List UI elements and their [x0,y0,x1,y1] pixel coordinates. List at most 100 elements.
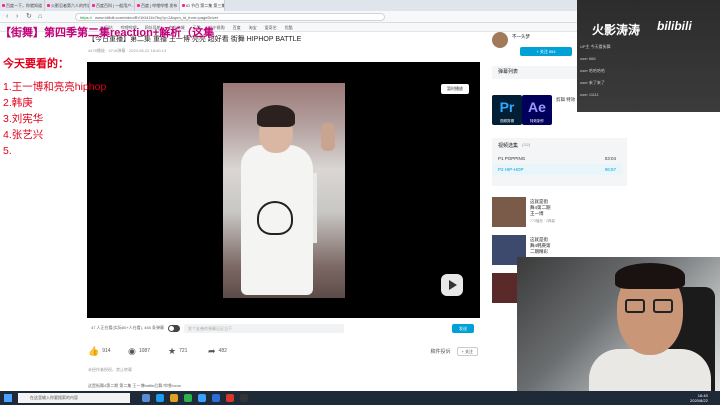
coin-button[interactable]: ◉ 1087 [128,346,168,357]
series-item-label: P1 POPPING [498,156,526,161]
url-input[interactable]: https://www.bilibili.com/video/BV1Kt411b… [75,13,385,21]
home-icon[interactable]: ⌂ [38,13,42,21]
video-frame [223,83,345,298]
chat-line: user 来了来了 [580,80,605,85]
refresh-icon[interactable]: ↻ [26,13,32,21]
favorite-button[interactable]: ★ 721 [168,346,208,357]
video-description: 这是街舞4第二期 第二集 王一博battle后舞 哔哩focus [88,383,181,388]
bilibili-logo: bilibili [657,19,692,33]
danmaku-input[interactable]: 发个友善的弹幕见证当下 [184,323,345,333]
overlay-item: 1.王一博和亮亮hiphop [3,81,107,93]
overlay-list: 今天要看的： 1.王一博和亮亮hiphop 2.韩庚 3.刘宪华 4.张艺兴 5… [3,55,106,159]
series-title: 视频选集 [498,143,519,149]
bookmark-item[interactable]: 淘宝 [249,23,257,31]
like-button[interactable]: 👍 914 [88,346,128,357]
share-button[interactable]: ➦ 482 [208,346,248,357]
app-icon[interactable] [226,394,234,402]
series-header: 视频选集 (2/2) [492,138,627,153]
webcam-overlay: DX [517,257,720,405]
series-panel: 视频选集 (2/2) P1 POPPING 03:04 P2 HIP-HOP 0… [492,138,627,186]
recommended-video[interactable]: 这就是街舞4第二期王一博 773播放 · 2弹幕 [492,197,622,229]
share-icon: ➦ [208,345,216,356]
avatar[interactable] [492,32,508,48]
thumb-up-icon: 👍 [88,345,100,356]
chat-line: user 666 [580,56,596,61]
task-view-icon[interactable] [142,394,150,402]
ad-ae-label: Ae [528,99,546,115]
browser-tab-active[interactable]: ID 节目 第二集 第三集 [180,0,225,11]
bookmark-item[interactable]: 爱奇艺 [265,23,277,31]
browser-tab[interactable]: 火影忍者第六人的传说 B站 [45,0,90,11]
overlay-item: 2.韩庚 [3,97,33,109]
windows-start-icon[interactable] [4,394,12,402]
copyright-note: 未经作者授权，禁止转载 [88,367,132,372]
browser-tab[interactable]: 百度 | 哔哩哔哩 发布 [135,0,180,11]
overlay-item: 4.张艺兴 [3,129,44,141]
bookmark-item[interactable]: 百度 [233,23,241,31]
ad-pr-sub: 视频剪辑 [500,119,514,123]
url-text: www.bilibili.com/video/BV1Kt411b7bq?p=2&… [95,15,219,20]
taskbar-search-input[interactable]: 在这里输入你要搜索的内容 [18,393,130,403]
coin-count: 1087 [138,348,150,354]
ad-pr-label: Pr [499,99,515,115]
streamer-hair [615,263,685,289]
danmaku-toggle[interactable] [168,324,181,332]
url-secure-label: https:// [80,15,93,20]
series-item[interactable]: P1 POPPING 03:04 [492,153,622,164]
ad-aftereffects-icon[interactable]: Ae 特效制作 [522,95,552,125]
forward-icon[interactable]: › [16,13,18,21]
browser-icon[interactable] [212,394,220,402]
ad-ae-sub: 特效制作 [530,119,544,123]
overlay-item: 3.刘宪华 [3,113,44,125]
video-meta: 4478播放 · 4718弹幕 · 2020-08-22 18:40:13 [88,48,167,53]
danmaku-send-button[interactable]: 发送 [452,323,474,333]
rec-title: 这就是街舞4第二期王一博 [530,199,551,216]
series-item-active[interactable]: P2 HIP-HOP 06:57 [492,164,622,175]
follow-button[interactable]: + 关注 854 [520,47,572,56]
bookmark-item[interactable]: 优酷 [285,23,293,31]
like-count: 914 [102,348,111,354]
folder-icon[interactable] [170,394,178,402]
clock-date: 2020/8/22 [690,398,708,403]
series-count: (2/2) [522,142,531,147]
glasses-right [653,299,673,313]
coin-icon: ◉ [128,345,136,356]
overlay-item: 5. [3,145,12,157]
wechat-icon[interactable] [184,394,192,402]
series-item-time: 06:57 [604,167,616,172]
dancer-hand [321,123,335,151]
favorite-count: 721 [179,348,188,354]
chat-line: user 11111 [580,92,599,97]
screen: 百度一下，你就知道 火影忍者第六人的传说 B站 百度百科 | 一般用户... 百… [0,0,720,405]
browser-tab[interactable]: 百度百科 | 一般用户... [90,0,135,11]
streamer-brand: 火影涛涛 [592,23,641,37]
dancer-hair [257,105,295,127]
rec-thumbnail [492,197,526,227]
share-count: 482 [218,348,227,354]
rec-meta: 773播放 · 2弹幕 [530,219,555,223]
overlay-heading: 今天要看的： [3,58,69,70]
taskbar-clock[interactable]: 16:40 2020/8/22 [690,393,708,403]
video-actions: 👍 914 ◉ 1087 ★ 721 ➦ 482 稿件投诉 + 关注 [88,344,478,358]
glasses-left [625,299,645,313]
qq-icon[interactable] [198,394,206,402]
overlay-title: 【街舞】第四季第二集reaction+解析（这集 [0,27,215,39]
obs-icon[interactable] [240,394,248,402]
back-icon[interactable]: ‹ [6,13,8,21]
chat-line: UP主 今天看街舞 [580,44,611,49]
uploader-name[interactable]: 不一头梦 [512,34,530,40]
edge-icon[interactable] [156,394,164,402]
follow-series-button[interactable]: + 关注 [456,346,478,356]
shirt-heart-graphic [257,201,293,235]
chat-line: user 哈哈哈哈 [580,68,605,73]
sync-play-button[interactable]: 暂时播放 [441,84,469,94]
report-link[interactable]: 稿件投诉 [431,348,451,355]
browser-tab[interactable]: 百度一下，你就知道 [0,0,45,11]
windows-taskbar: 在这里输入你要搜索的内容 16:40 2020/8/22 [0,391,720,405]
star-icon: ★ [168,345,177,356]
rec-title: 这就是街舞4韩庚第二期精彩 [530,237,551,254]
series-item-time: 03:04 [604,156,616,161]
ad-premiere-icon[interactable]: Pr 视频剪辑 [492,95,522,125]
series-item-label: P2 HIP-HOP [498,167,524,172]
danmaku-bar: 47 人正在看(实际80+人在看), 465 条弹幕 发个友善的弹幕见证当下 发… [87,320,480,336]
